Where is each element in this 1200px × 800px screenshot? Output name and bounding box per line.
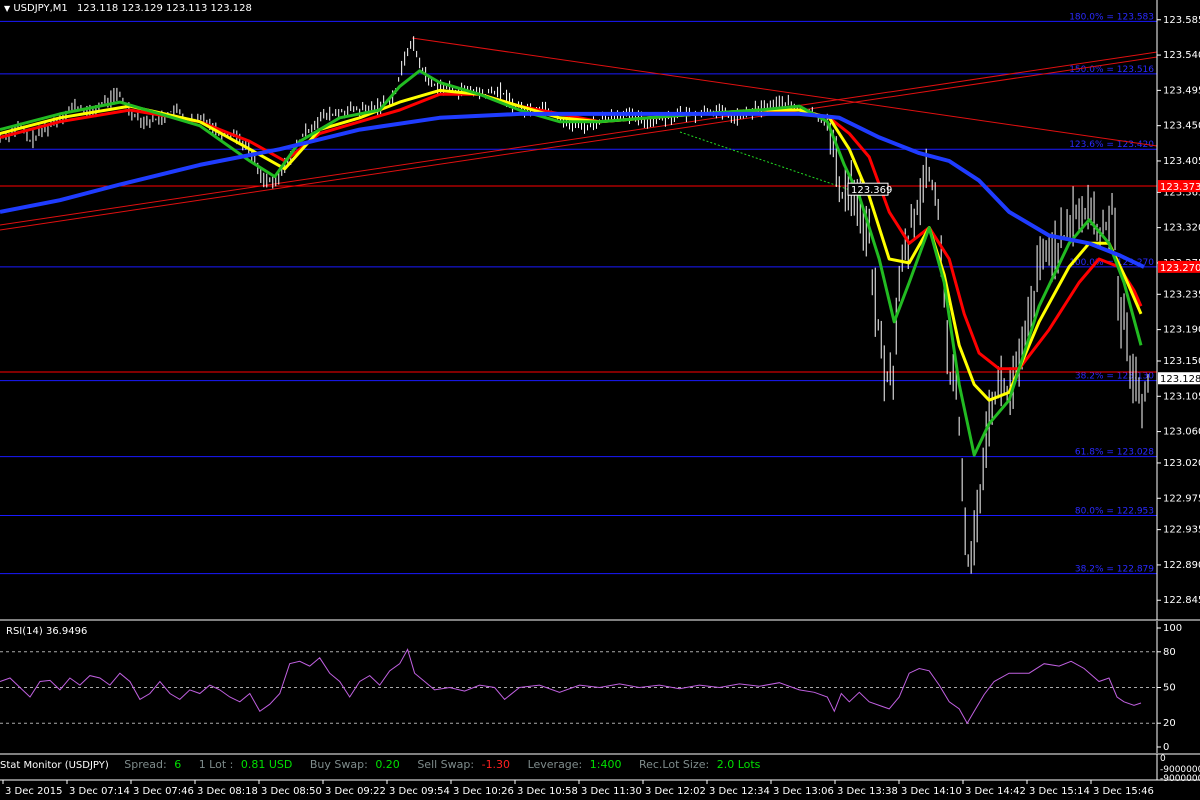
buy-swap-value: 0.20 <box>375 758 400 771</box>
leverage-value: 1:400 <box>589 758 622 771</box>
time-tick-label: 3 Dec 11:30 <box>581 786 642 797</box>
price-tick-label: 123.495 <box>1163 85 1200 96</box>
dropdown-triangle-icon[interactable]: ▼ <box>4 4 10 13</box>
price-tick-label: 123.320 <box>1163 223 1200 234</box>
current-price-badge-label: 123.270 <box>1160 263 1200 274</box>
price-tick-label: 123.060 <box>1163 427 1200 438</box>
red-level-badge-label: 123.373 <box>1160 182 1200 193</box>
rsi-tick-label: 80 <box>1163 647 1176 658</box>
price-tick-label: 123.585 <box>1163 15 1200 26</box>
rsi-tick-label: 20 <box>1163 718 1176 729</box>
price-tick-label: 123.540 <box>1163 50 1200 61</box>
time-tick-label: 3 Dec 12:34 <box>709 786 770 797</box>
rsi-axis-ticks: 100 80 50 20 0 <box>1157 623 1182 753</box>
time-tick-label: 3 Dec 08:18 <box>197 786 258 797</box>
time-tick-label: 3 Dec 15:14 <box>1029 786 1090 797</box>
spread-value: 6 <box>174 758 182 771</box>
time-tick-label: 3 Dec 15:46 <box>1093 786 1154 797</box>
stat-axis-label: -9000000 <box>1160 774 1200 784</box>
price-annotation: 123.369 <box>847 182 892 196</box>
time-tick-label: 3 Dec 2015 <box>5 786 63 797</box>
price-tick-label: 122.935 <box>1163 525 1200 536</box>
rsi-tick-label: 50 <box>1163 683 1176 694</box>
price-tick-label: 123.405 <box>1163 156 1200 167</box>
time-tick-label: 3 Dec 08:50 <box>261 786 322 797</box>
rsi-tick-label: 100 <box>1163 623 1182 634</box>
fib-level-label: 180.0% = 123.583 <box>1069 12 1154 22</box>
fib-level-label: 38.2% = 123.130 <box>1075 372 1154 382</box>
fib-level-label: 123.6% = 123.420 <box>1069 140 1154 150</box>
time-tick-label: 3 Dec 13:38 <box>837 786 898 797</box>
fib-level-label: 61.8% = 123.028 <box>1075 448 1154 458</box>
price-tick-label: 123.190 <box>1163 325 1200 336</box>
fib-level-label: 80.0% = 122.953 <box>1075 507 1154 517</box>
time-tick-label: 3 Dec 09:54 <box>389 786 450 797</box>
time-tick-label: 3 Dec 10:26 <box>453 786 514 797</box>
lot-value: 0.81 USD <box>240 758 293 771</box>
annotation-label: 123.369 <box>851 185 892 196</box>
rsi-title: RSI(14) 36.9496 <box>6 626 88 637</box>
price-tick-label: 123.150 <box>1163 356 1200 367</box>
rec-lot-value: 2.0 Lots <box>716 758 761 771</box>
fib-level-label: 38.2% = 122.879 <box>1075 565 1154 575</box>
price-tick-label: 123.235 <box>1163 289 1200 300</box>
price-panel[interactable] <box>0 0 1157 620</box>
sell-swap-value: -1.30 <box>481 758 511 771</box>
fib-level-label: 150.0% = 123.516 <box>1069 65 1154 75</box>
time-tick-label: 3 Dec 07:14 <box>69 786 130 797</box>
rsi-tick-label: 0 <box>1163 742 1169 753</box>
leverage-label: Leverage: <box>527 758 583 771</box>
current-price-badge-label: 123.128 <box>1160 374 1200 385</box>
time-tick-label: 3 Dec 12:02 <box>645 786 706 797</box>
ohlc-values: 123.118 123.129 123.113 123.128 <box>76 3 252 14</box>
symbol-timeframe: USDJPY,M1 <box>13 3 68 14</box>
lot-label: 1 Lot : <box>198 758 234 771</box>
buy-swap-label: Buy Swap: <box>309 758 368 771</box>
price-tick-label: 122.845 <box>1163 595 1200 606</box>
price-tick-label: 122.975 <box>1163 493 1200 504</box>
time-tick-label: 3 Dec 10:58 <box>517 786 578 797</box>
time-tick-label: 3 Dec 13:06 <box>773 786 834 797</box>
stat-monitor-panel: Stat Monitor (USDJPY) Spread: 6 1 Lot : … <box>0 756 1157 774</box>
price-tick-label: 122.890 <box>1163 560 1200 571</box>
spread-label: Spread: <box>124 758 167 771</box>
time-axis-ticks: 3 Dec 2015 3 Dec 07:14 3 Dec 07:46 3 Dec 08… <box>2 780 1154 797</box>
price-tick-label: 123.450 <box>1163 121 1200 132</box>
stat-axis-label: 0 <box>1160 754 1166 764</box>
rec-lot-label: Rec.Lot Size: <box>638 758 710 771</box>
stat-monitor-title: Stat Monitor (USDJPY) <box>0 760 109 771</box>
time-tick-label: 3 Dec 09:22 <box>325 786 386 797</box>
price-tick-label: 123.020 <box>1163 458 1200 469</box>
chart-title: ▼ USDJPY,M1 123.118 123.129 123.113 123.… <box>4 3 252 14</box>
sell-swap-label: Sell Swap: <box>417 758 475 771</box>
chart-window[interactable]: 180.0% = 123.583 150.0% = 123.516 123.6% =… <box>0 0 1200 800</box>
time-tick-label: 3 Dec 14:42 <box>965 786 1026 797</box>
time-tick-label: 3 Dec 07:46 <box>133 786 194 797</box>
price-tick-label: 123.105 <box>1163 391 1200 402</box>
time-tick-label: 3 Dec 14:10 <box>901 786 962 797</box>
